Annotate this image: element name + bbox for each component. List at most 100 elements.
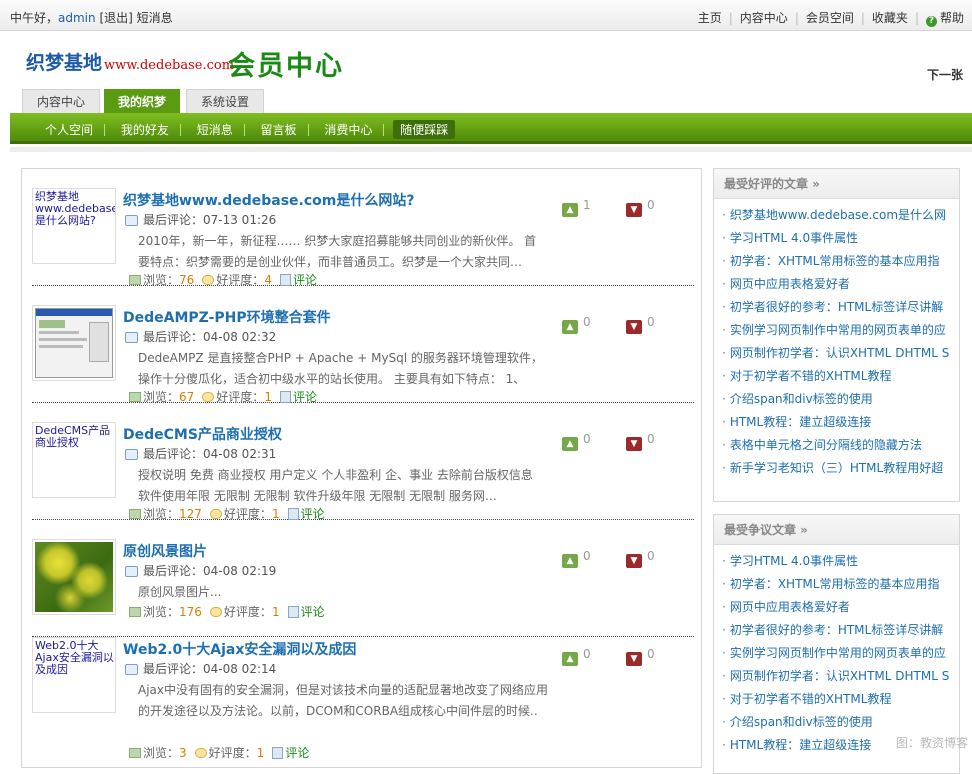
comment-icon [280, 391, 291, 403]
article-title[interactable]: Web2.0十大Ajax安全漏洞以及成因 [123, 639, 356, 659]
sidebar-link[interactable]: ·学习HTML 4.0事件属性 [722, 550, 956, 573]
logo-cn: 织梦基地 [26, 52, 102, 74]
sub-navigation-bar: 个人空间 我的好友 短消息 留言板 消费中心 随便踩踩 [10, 113, 972, 144]
comment-link[interactable]: 评论 [301, 507, 325, 521]
article-thumbnail[interactable]: 织梦基地www.dedebase.com是什么网站? [32, 188, 116, 264]
vote-up[interactable]: ▲0 [562, 647, 591, 666]
page-title: 会员中心 [228, 44, 344, 83]
comment-link[interactable]: 评论 [293, 390, 317, 404]
article-last-comment: 最后评论：04-08 02:19 [125, 562, 276, 579]
content-center-link[interactable]: 内容中心 [740, 11, 788, 25]
vote-up[interactable]: ▲0 [562, 549, 591, 568]
views-icon [129, 509, 141, 519]
tab-content-center[interactable]: 内容中心 [22, 89, 100, 113]
pencil-icon [125, 332, 138, 343]
rating-icon [210, 607, 222, 617]
subnav-my-friends[interactable]: 我的好友 [114, 120, 176, 139]
sidebar-link[interactable]: ·初学者：XHTML常用标签的基本应用指 [722, 573, 956, 596]
sidebar-link[interactable]: ·初学者：XHTML常用标签的基本应用指 [722, 250, 956, 273]
article-thumbnail[interactable]: Web2.0十大Ajax安全漏洞以及成因 [32, 637, 116, 713]
vote-down[interactable]: ▼0 [626, 647, 655, 666]
article-stats: 浏览：3好评度：1评论 [129, 744, 309, 761]
views-icon [129, 607, 141, 617]
comment-link[interactable]: 评论 [301, 605, 325, 619]
vote-down[interactable]: ▼0 [626, 315, 655, 334]
vote-up[interactable]: ▲1 [562, 198, 591, 217]
help-link[interactable]: 帮助 [940, 11, 964, 25]
sidebar-link[interactable]: ·网页制作初学者：认识XHTML DHTML S [722, 665, 956, 688]
article-item: DedeAMPZ-PHP环境整合套件 最后评论：04-08 02:32 Dede… [32, 286, 694, 403]
sidebar-link[interactable]: ·网页制作初学者：认识XHTML DHTML S [722, 342, 956, 365]
pencil-icon [125, 215, 138, 226]
logo-www: www.dedebase.com [104, 58, 234, 73]
article-thumbnail[interactable] [32, 305, 116, 381]
rating-icon [202, 275, 214, 285]
views-icon [129, 275, 141, 285]
sidebar-link[interactable]: ·初学者很好的参考：HTML标签详尽讲解 [722, 296, 956, 319]
subnav-random-browse[interactable]: 随便踩踩 [393, 120, 455, 139]
vote-down[interactable]: ▼0 [626, 198, 655, 217]
vote-up[interactable]: ▲0 [562, 432, 591, 451]
home-link[interactable]: 主页 [698, 11, 722, 25]
sidebar-link[interactable]: ·实例学习网页制作中常用的网页表单的应 [722, 642, 956, 665]
sidebar-title: 最受争议文章 » [714, 515, 959, 545]
member-space-link[interactable]: 会员空间 [806, 11, 854, 25]
sidebar-link[interactable]: ·初学者很好的参考：HTML标签详尽讲解 [722, 619, 956, 642]
sidebar-list: ·学习HTML 4.0事件属性 ·初学者：XHTML常用标签的基本应用指 ·网页… [714, 545, 959, 757]
article-item: Web2.0十大Ajax安全漏洞以及成因 Web2.0十大Ajax安全漏洞以及成… [32, 618, 694, 735]
article-summary: Ajax中没有固有的安全漏洞，但是对该技术向量的适配显著地改变了网络应用的开发途… [138, 680, 548, 743]
logout-link[interactable]: [退出] [99, 11, 132, 25]
next-page-link[interactable]: 下一张 [927, 66, 963, 83]
article-list: 织梦基地www.dedebase.com是什么网站? 织梦基地www.dedeb… [21, 168, 702, 768]
sidebar-link[interactable]: ·实例学习网页制作中常用的网页表单的应 [722, 319, 956, 342]
article-thumbnail[interactable] [32, 539, 116, 615]
article-item: 织梦基地www.dedebase.com是什么网站? 织梦基地www.dedeb… [32, 169, 694, 286]
sidebar-link[interactable]: ·新手学习老知识（三）HTML教程用好超 [722, 457, 956, 480]
comment-icon [272, 747, 283, 759]
thumbs-down-icon: ▼ [626, 652, 642, 666]
pencil-icon [125, 566, 138, 577]
comment-icon [288, 606, 299, 618]
favorites-link[interactable]: 收藏夹 [872, 11, 908, 25]
vote-down[interactable]: ▼0 [626, 432, 655, 451]
sidebar-link[interactable]: ·学习HTML 4.0事件属性 [722, 227, 956, 250]
username-link[interactable]: admin [58, 11, 96, 25]
subnav-consumption-center[interactable]: 消费中心 [317, 120, 379, 139]
sidebar-link[interactable]: ·对于初学者不错的XHTML教程 [722, 365, 956, 388]
sidebar-link[interactable]: ·网页中应用表格爱好者 [722, 273, 956, 296]
article-title[interactable]: DedeAMPZ-PHP环境整合套件 [123, 307, 331, 327]
article-title[interactable]: 原创风景图片 [123, 541, 207, 561]
subnav-guestbook[interactable]: 留言板 [254, 120, 304, 139]
article-title[interactable]: 织梦基地www.dedebase.com是什么网站? [123, 190, 415, 210]
watermark: 图：教资博客 [896, 734, 968, 751]
article-thumbnail[interactable]: DedeCMS产品商业授权 [32, 422, 116, 498]
top-bar: 中午好，admin [退出] 短消息 主页|内容中心|会员空间|收藏夹|?帮助 [0, 0, 972, 31]
thumbs-up-icon: ▲ [562, 554, 578, 568]
sidebar-link[interactable]: ·介绍span和div标签的使用 [722, 388, 956, 411]
vote-down[interactable]: ▼0 [626, 549, 655, 568]
site-logo[interactable]: 织梦基地www.dedebase.com 会员中心 [26, 48, 234, 75]
sidebar-link[interactable]: ·HTML教程：建立超级连接 [722, 411, 956, 434]
article-title[interactable]: DedeCMS产品商业授权 [123, 424, 282, 444]
tab-my-dream[interactable]: 我的织梦 [104, 89, 180, 113]
sidebar-link[interactable]: ·对于初学者不错的XHTML教程 [722, 688, 956, 711]
subnav-messages[interactable]: 短消息 [190, 120, 240, 139]
vote-up[interactable]: ▲0 [562, 315, 591, 334]
sidebar-link[interactable]: ·介绍span和div标签的使用 [722, 711, 956, 734]
messages-link[interactable]: 短消息 [137, 11, 173, 25]
sidebar-link[interactable]: ·网页中应用表格爱好者 [722, 596, 956, 619]
subnav-personal-space[interactable]: 个人空间 [38, 120, 100, 139]
article-summary: DedeAMPZ 是直接整合PHP + Apache + MySql 的服务器环… [138, 348, 548, 390]
thumbs-up-icon: ▲ [562, 320, 578, 334]
sidebar-list: ·织梦基地www.dedebase.com是什么网 ·学习HTML 4.0事件属… [714, 199, 959, 480]
thumbs-up-icon: ▲ [562, 437, 578, 451]
divider [10, 147, 972, 152]
sidebar-title: 最受好评的文章 » [714, 169, 959, 199]
landscape-photo [35, 542, 113, 612]
sidebar-link[interactable]: ·织梦基地www.dedebase.com是什么网 [722, 204, 956, 227]
thumbs-up-icon: ▲ [562, 652, 578, 666]
sidebar-link[interactable]: ·表格中单元格之间分隔线的隐藏方法 [722, 434, 956, 457]
tab-system-settings[interactable]: 系统设置 [186, 89, 264, 113]
comment-link[interactable]: 评论 [293, 273, 317, 287]
comment-link[interactable]: 评论 [285, 746, 309, 760]
